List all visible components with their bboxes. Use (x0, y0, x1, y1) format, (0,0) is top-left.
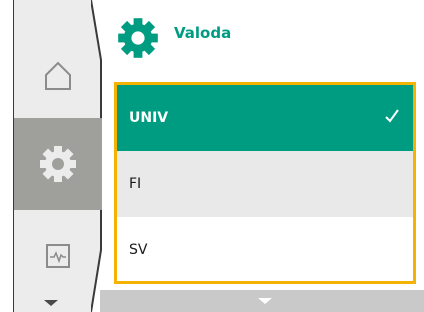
home-icon (45, 61, 71, 90)
sidebar-item-settings[interactable] (14, 118, 102, 210)
sidebar-item-home[interactable] (14, 42, 102, 108)
gear-icon (118, 18, 158, 58)
list-item-sv[interactable]: SV (117, 217, 413, 283)
sidebar-item-diagnostics[interactable] (14, 230, 102, 282)
page-title: Valoda (174, 24, 232, 42)
gear-icon (40, 146, 76, 182)
list-item-label: SV (129, 242, 148, 258)
checkmark-icon (385, 109, 399, 123)
list-item-label: UNIV (129, 110, 169, 126)
list-item-fi[interactable]: FI (117, 151, 413, 217)
left-bezel (0, 0, 14, 312)
diagnostics-icon (46, 244, 70, 268)
sidebar-scroll-down-icon[interactable] (44, 300, 58, 306)
language-list: UNIV FI SV (114, 82, 416, 284)
list-item-label: FI (129, 176, 142, 192)
list-item-univ[interactable]: UNIV (117, 85, 413, 151)
scroll-down-icon[interactable] (258, 298, 272, 304)
